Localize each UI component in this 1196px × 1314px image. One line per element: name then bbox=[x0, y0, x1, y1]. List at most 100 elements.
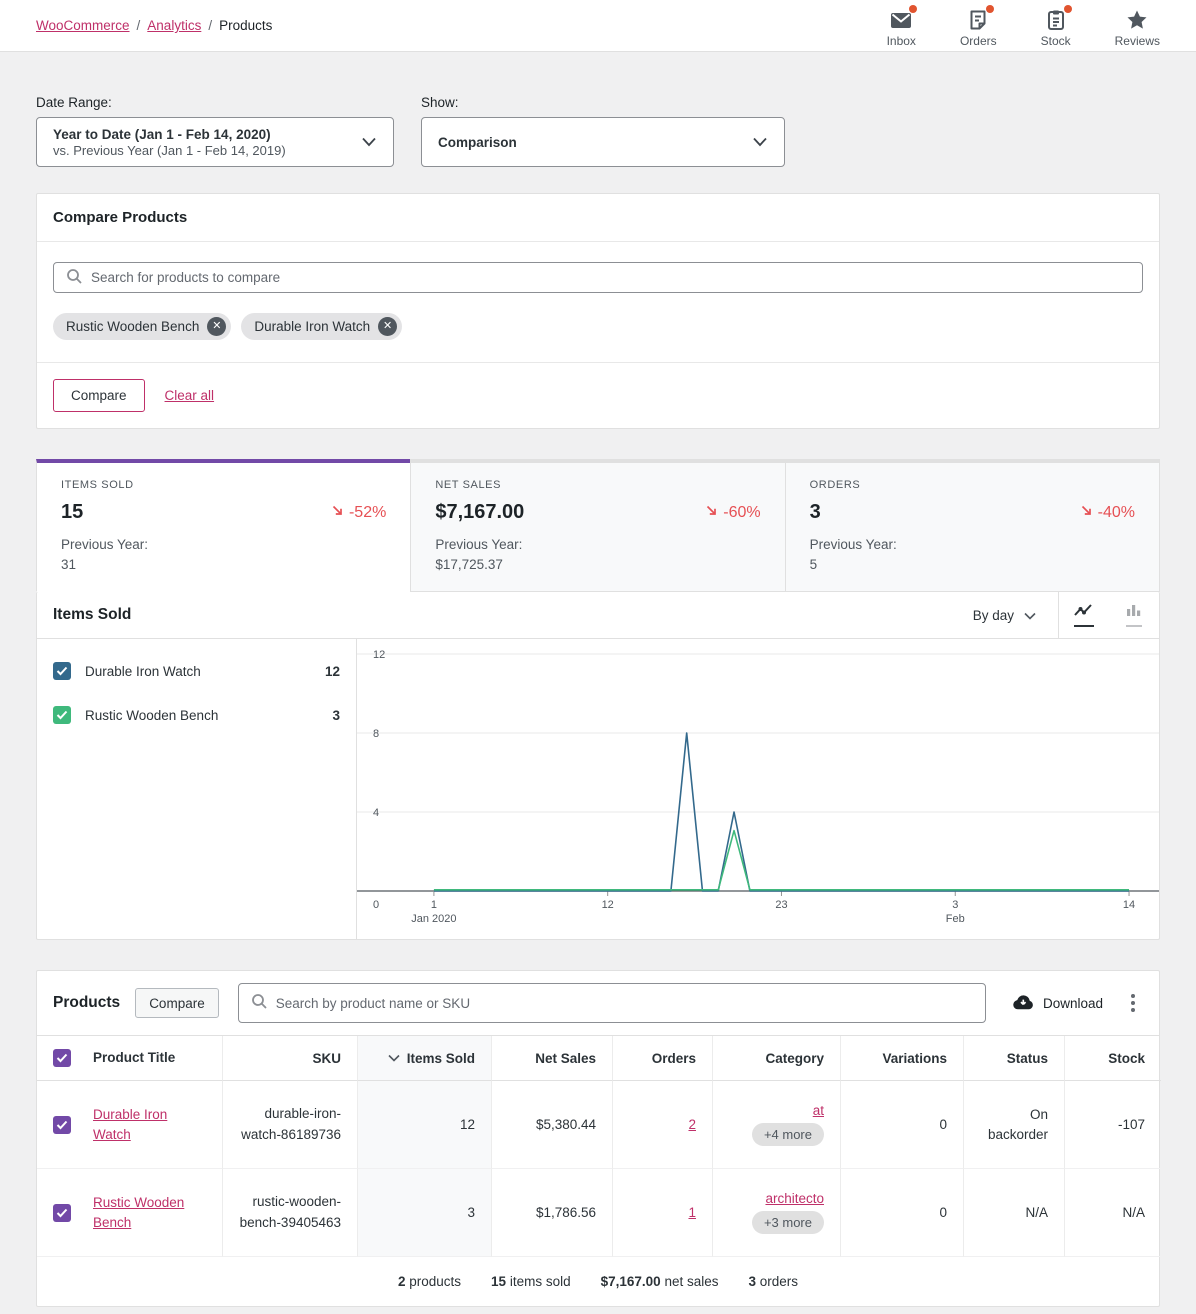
download-cloud-icon bbox=[1012, 993, 1034, 1013]
table-row-cell-items-sold: 12 bbox=[357, 1081, 491, 1169]
legend-item-rustic-wooden-bench[interactable]: Rustic Wooden Bench 3 bbox=[37, 693, 356, 737]
table-row-cell-title: Durable Iron Watch bbox=[37, 1081, 222, 1169]
svg-text:1: 1 bbox=[431, 899, 437, 911]
legend-value: 12 bbox=[325, 664, 340, 679]
orders-icon bbox=[966, 8, 990, 32]
select-all-checkbox[interactable] bbox=[53, 1049, 71, 1067]
date-range-select[interactable]: Year to Date (Jan 1 - Feb 14, 2020) vs. … bbox=[36, 117, 394, 167]
svg-text:Jan 2020: Jan 2020 bbox=[411, 913, 456, 925]
trend-value: -60% bbox=[723, 504, 760, 522]
compare-button[interactable]: Compare bbox=[53, 379, 145, 412]
analytics-products-page: WooCommerce/Analytics/Products Inbox Ord… bbox=[0, 0, 1196, 1307]
svg-text:12: 12 bbox=[373, 649, 385, 661]
column-header-label: Variations bbox=[882, 1051, 947, 1066]
product-chip: Rustic Wooden Bench ✕ bbox=[53, 313, 231, 340]
stock-icon bbox=[1044, 8, 1068, 32]
svg-text:12: 12 bbox=[602, 899, 614, 911]
category-more-badge[interactable]: +4 more bbox=[752, 1123, 824, 1146]
svg-text:0: 0 bbox=[373, 899, 379, 911]
show-label: Show: bbox=[421, 95, 785, 110]
legend-label: Durable Iron Watch bbox=[85, 664, 311, 679]
interval-select[interactable]: By day bbox=[951, 592, 1058, 638]
svg-text:4: 4 bbox=[373, 807, 379, 819]
legend-value: 3 bbox=[332, 708, 340, 723]
prev-label: Previous Year: bbox=[61, 537, 148, 552]
orders-button[interactable]: Orders bbox=[960, 4, 997, 48]
orders-count-link[interactable]: 1 bbox=[688, 1205, 696, 1220]
trend-value: -52% bbox=[349, 504, 386, 522]
breadcrumb-woocommerce-link[interactable]: WooCommerce bbox=[36, 18, 130, 33]
summary-tile-items-sold[interactable]: ITEMS SOLD 15 -52% Previous Year:31 bbox=[36, 459, 410, 592]
download-label: Download bbox=[1043, 996, 1103, 1011]
series-checkbox[interactable] bbox=[53, 706, 71, 724]
summary-items-sold: 15 items sold bbox=[491, 1274, 571, 1289]
status-value: N/A bbox=[1025, 1205, 1048, 1220]
prev-value: 31 bbox=[61, 557, 76, 572]
category-more-badge[interactable]: +3 more bbox=[752, 1211, 824, 1234]
column-header-label: Items Sold bbox=[407, 1051, 475, 1066]
summary-tiles: ITEMS SOLD 15 -52% Previous Year:31 NET … bbox=[36, 459, 1160, 592]
line-chart[interactable]: 481201Jan 202012233Feb14 bbox=[357, 639, 1159, 939]
products-search-input[interactable] bbox=[276, 996, 973, 1011]
breadcrumb: WooCommerce/Analytics/Products bbox=[36, 18, 272, 33]
prev-value: 5 bbox=[810, 557, 818, 572]
date-range-label: Date Range: bbox=[36, 95, 394, 110]
summary-tile-orders[interactable]: ORDERS 3 -40% Previous Year:5 bbox=[785, 459, 1160, 592]
column-header-label: Category bbox=[765, 1051, 824, 1066]
series-checkbox[interactable] bbox=[53, 662, 71, 680]
table-row-cell-variations: 0 bbox=[840, 1169, 963, 1257]
product-link[interactable]: Durable Iron Watch bbox=[93, 1107, 167, 1142]
column-header-status[interactable]: Status bbox=[963, 1036, 1064, 1081]
remove-chip-icon[interactable]: ✕ bbox=[207, 317, 226, 336]
chevron-down-icon bbox=[361, 135, 377, 150]
column-header-label: SKU bbox=[312, 1051, 341, 1066]
table-row-cell-sku: rustic-wooden-bench-39405463 bbox=[222, 1169, 357, 1257]
status-value: On backorder bbox=[980, 1105, 1048, 1146]
reviews-button[interactable]: Reviews bbox=[1115, 4, 1160, 48]
legend-item-durable-iron-watch[interactable]: Durable Iron Watch 12 bbox=[37, 649, 356, 693]
column-header-stock[interactable]: Stock bbox=[1064, 1036, 1161, 1081]
column-header-product-title[interactable]: Product Title bbox=[37, 1036, 222, 1081]
orders-count-link[interactable]: 2 bbox=[688, 1117, 696, 1132]
more-options-icon[interactable] bbox=[1123, 988, 1143, 1018]
chart-legend: Durable Iron Watch 12 Rustic Wooden Benc… bbox=[37, 639, 357, 939]
category-link[interactable]: architecto bbox=[765, 1191, 824, 1206]
column-header-label: Status bbox=[1007, 1051, 1048, 1066]
download-button[interactable]: Download bbox=[1012, 993, 1103, 1013]
summary-tile-net-sales[interactable]: NET SALES $7,167.00 -60% Previous Year:$… bbox=[410, 459, 784, 592]
compare-search-input[interactable] bbox=[91, 270, 1130, 285]
product-link[interactable]: Rustic Wooden Bench bbox=[93, 1195, 184, 1230]
table-row-cell-orders: 1 bbox=[612, 1169, 712, 1257]
trend-indicator: -60% bbox=[705, 504, 760, 522]
stock-button[interactable]: Stock bbox=[1041, 4, 1071, 48]
column-header-variations[interactable]: Variations bbox=[840, 1036, 963, 1081]
line-chart-toggle[interactable] bbox=[1059, 592, 1109, 638]
prev-label: Previous Year: bbox=[435, 537, 522, 552]
column-header-items-sold[interactable]: Items Sold bbox=[357, 1036, 491, 1081]
column-header-sku[interactable]: SKU bbox=[222, 1036, 357, 1081]
tile-label: NET SALES bbox=[435, 479, 760, 491]
column-header-orders[interactable]: Orders bbox=[612, 1036, 712, 1081]
breadcrumb-current: Products bbox=[219, 18, 272, 33]
bar-chart-toggle[interactable] bbox=[1109, 592, 1159, 638]
row-checkbox[interactable] bbox=[53, 1116, 71, 1134]
row-checkbox[interactable] bbox=[53, 1204, 71, 1222]
table-compare-button[interactable]: Compare bbox=[135, 988, 219, 1018]
search-icon bbox=[251, 993, 268, 1013]
tile-label: ITEMS SOLD bbox=[61, 479, 386, 491]
summary-net-sales: $7,167.00 net sales bbox=[601, 1274, 719, 1289]
breadcrumb-separator: / bbox=[137, 18, 141, 33]
inbox-button[interactable]: Inbox bbox=[887, 4, 916, 48]
clear-all-link[interactable]: Clear all bbox=[165, 388, 215, 403]
breadcrumb-analytics-link[interactable]: Analytics bbox=[147, 18, 201, 33]
show-select[interactable]: Comparison bbox=[421, 117, 785, 167]
variations-value: 0 bbox=[939, 1117, 947, 1132]
remove-chip-icon[interactable]: ✕ bbox=[378, 317, 397, 336]
interval-value: By day bbox=[973, 608, 1014, 623]
column-header-net-sales[interactable]: Net Sales bbox=[491, 1036, 612, 1081]
svg-text:23: 23 bbox=[775, 899, 787, 911]
notification-dot bbox=[909, 5, 917, 13]
column-header-category[interactable]: Category bbox=[712, 1036, 840, 1081]
compare-search-field bbox=[53, 262, 1143, 293]
category-link[interactable]: at bbox=[813, 1103, 824, 1118]
